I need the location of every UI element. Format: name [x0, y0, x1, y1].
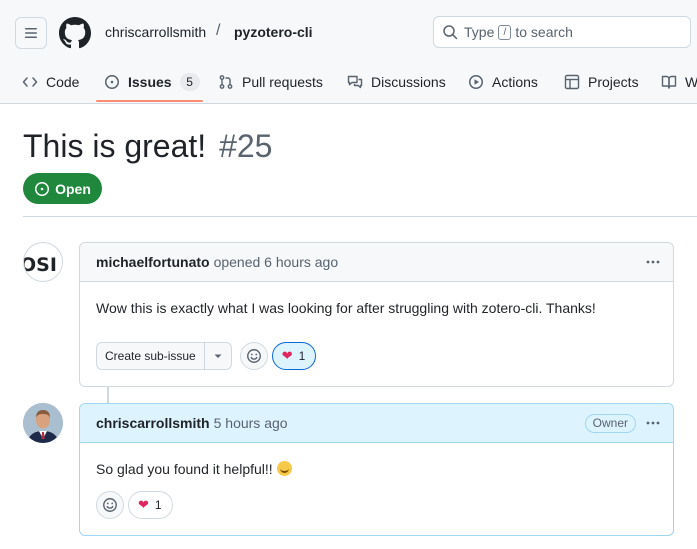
comment-discussion-icon — [347, 75, 363, 89]
tab-projects[interactable]: Projects — [564, 62, 639, 102]
kebab-horizontal-icon — [646, 260, 660, 264]
tab-wiki[interactable]: W — [661, 62, 697, 102]
issue-state-badge: Open — [23, 173, 102, 204]
search-placeholder-start: Type — [464, 24, 495, 40]
issue-opened-icon — [105, 75, 119, 89]
comment-text: Wow this is exactly what I was looking f… — [96, 300, 596, 316]
search-placeholder-end: to search — [515, 24, 573, 40]
timeline-connector — [107, 386, 109, 404]
kebab-horizontal-icon — [646, 421, 660, 425]
issue-title: This is great! #25 — [23, 128, 272, 165]
active-tab-indicator — [96, 100, 203, 102]
git-pull-request-icon — [219, 75, 233, 89]
comment-header: chriscarrollsmith 5 hours ago Owner — [80, 404, 673, 443]
heart-reaction-count: 1 — [298, 349, 306, 363]
heart-reaction-button[interactable]: ❤ 1 — [128, 491, 173, 519]
code-icon — [22, 77, 38, 87]
owner-badge: Owner — [584, 414, 636, 433]
create-sub-issue-split-button: Create sub-issue — [96, 342, 232, 370]
book-icon — [661, 75, 677, 89]
tab-actions[interactable]: Actions — [468, 62, 538, 102]
search-input[interactable]: Type / to search — [433, 16, 691, 48]
avatar-michaelfortunato[interactable]: OSI — [23, 242, 63, 282]
repo-nav-tabs: Code Issues 5 Pull requests Discussions … — [0, 62, 697, 104]
issue-opened-icon — [35, 181, 50, 196]
comment-owner-reply: chriscarrollsmith 5 hours ago Owner So g… — [79, 403, 674, 536]
heart-reaction-button[interactable]: ❤ 1 — [271, 342, 317, 370]
add-reaction-button[interactable] — [239, 342, 268, 370]
tab-issues[interactable]: Issues 5 — [104, 62, 200, 102]
comment-author-link[interactable]: chriscarrollsmith — [96, 415, 210, 431]
smiling-face-emoji-icon — [276, 461, 292, 476]
repo-owner-link[interactable]: chriscarrollsmith — [105, 24, 206, 40]
tab-projects-label: Projects — [588, 74, 639, 90]
avatar-chriscarrollsmith[interactable] — [23, 403, 63, 443]
hamburger-icon — [25, 28, 37, 38]
tab-pull-requests-label: Pull requests — [242, 74, 323, 90]
search-icon — [443, 25, 458, 40]
comment-header: michaelfortunato opened 6 hours ago — [80, 243, 673, 282]
repo-name-link[interactable]: pyzotero-cli — [234, 24, 313, 40]
table-icon — [564, 74, 580, 90]
menu-button[interactable] — [15, 17, 47, 49]
comment-timestamp[interactable]: opened 6 hours ago — [214, 254, 339, 270]
tab-code-label: Code — [46, 74, 80, 90]
create-sub-issue-button[interactable]: Create sub-issue — [97, 343, 205, 369]
issues-count-badge: 5 — [179, 73, 200, 91]
tab-wiki-label: W — [685, 74, 697, 90]
search-shortcut-key: / — [498, 24, 512, 40]
play-icon — [469, 75, 483, 89]
avatar-logo-text: OSI — [24, 254, 57, 276]
tab-discussions-label: Discussions — [371, 74, 446, 90]
comment-body: Wow this is exactly what I was looking f… — [80, 282, 673, 334]
comment-actions: ❤ 1 — [96, 491, 173, 519]
comment-actions: Create sub-issue ❤ 1 — [96, 342, 317, 370]
tab-discussions[interactable]: Discussions — [347, 62, 446, 102]
tab-code[interactable]: Code — [22, 62, 79, 102]
comment-author-link[interactable]: michaelfortunato — [96, 254, 210, 270]
global-header: chriscarrollsmith / pyzotero-cli Type / … — [0, 0, 697, 104]
tab-actions-label: Actions — [492, 74, 538, 90]
heart-icon: ❤ — [281, 348, 293, 363]
smiley-icon — [246, 349, 261, 363]
comment-body: So glad you found it helpful!! — [80, 443, 673, 495]
header-divider — [23, 216, 697, 217]
tab-pull-requests[interactable]: Pull requests — [218, 62, 323, 102]
add-reaction-button[interactable] — [96, 491, 124, 519]
sub-issue-dropdown-button[interactable] — [205, 343, 231, 369]
issue-title-text: This is great! — [23, 128, 207, 164]
triangle-down-icon — [214, 354, 222, 358]
comment-text: So glad you found it helpful!! — [96, 461, 273, 477]
osi-logo-avatar: OSI — [24, 254, 57, 276]
tab-issues-label: Issues — [128, 74, 172, 90]
smiley-icon — [103, 498, 117, 512]
heart-icon: ❤ — [138, 497, 149, 512]
person-photo-avatar — [23, 403, 63, 443]
github-logo-icon[interactable] — [59, 17, 91, 49]
comment-opening: michaelfortunato opened 6 hours ago Wow … — [79, 242, 674, 387]
issue-state-label: Open — [55, 180, 91, 197]
comment-timestamp[interactable]: 5 hours ago — [214, 415, 288, 431]
issue-number: #25 — [219, 128, 273, 164]
comment-options-button[interactable] — [643, 252, 663, 272]
breadcrumb-separator: / — [216, 22, 221, 39]
heart-reaction-count: 1 — [154, 498, 162, 512]
comment-options-button[interactable] — [643, 413, 663, 433]
